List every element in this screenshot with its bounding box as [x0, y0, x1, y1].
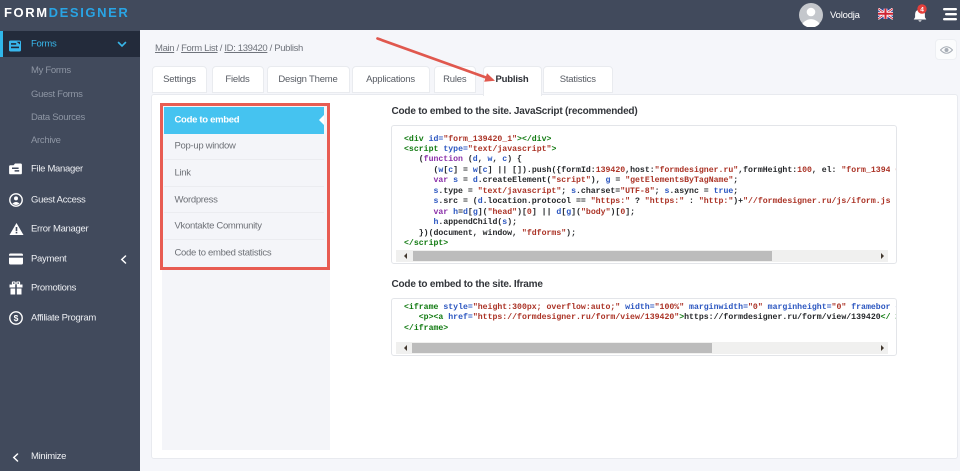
svg-text:$: $	[14, 313, 19, 323]
svg-text:4: 4	[920, 6, 924, 13]
